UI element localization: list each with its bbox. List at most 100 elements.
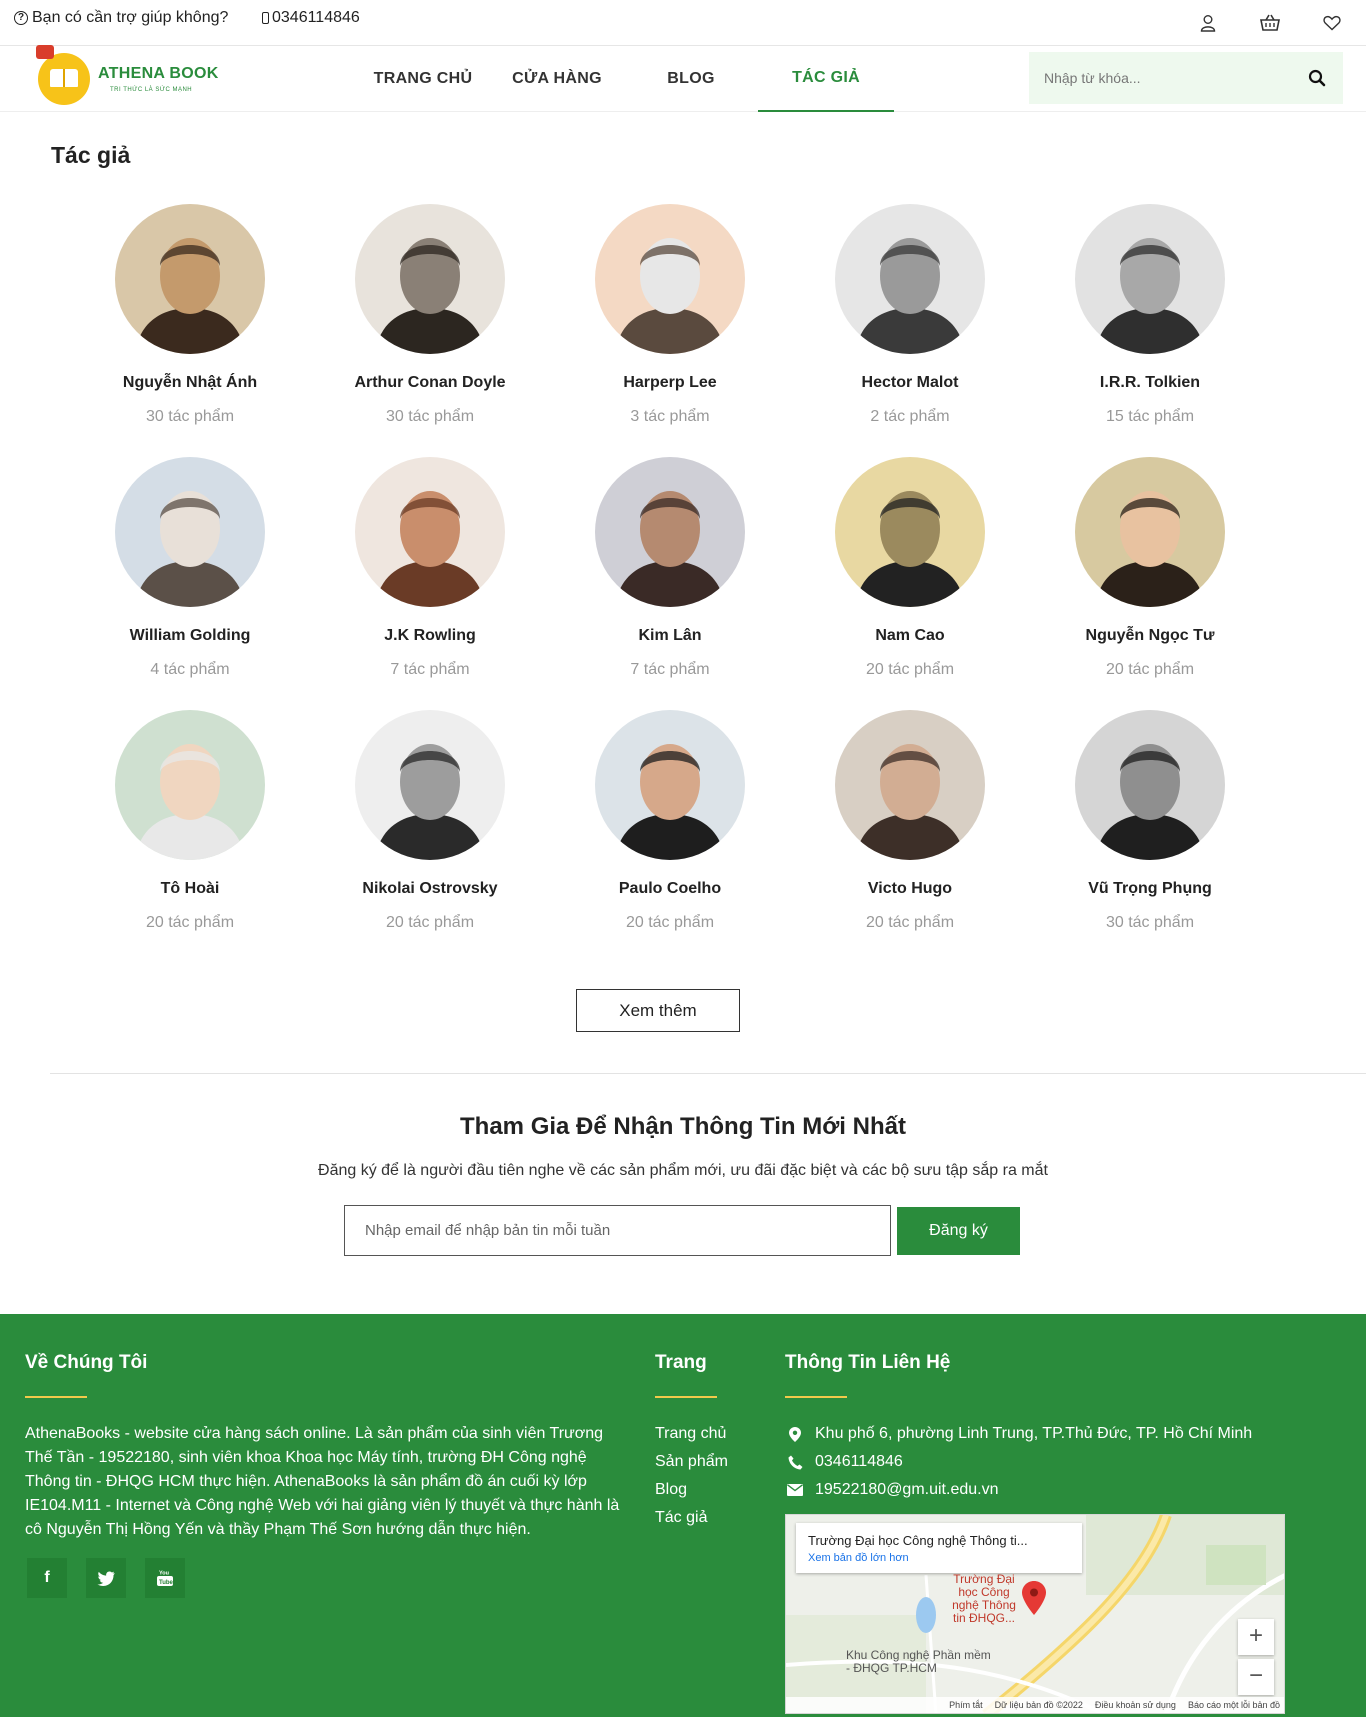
nav-menu: TRANG CHỦ CỬA HÀNG BLOG TÁC GIẢ	[356, 46, 894, 112]
author-card[interactable]: J.K Rowling 7 tác phẩm	[310, 457, 550, 710]
footer-link-products[interactable]: Sản phẩm	[655, 1448, 728, 1476]
author-card[interactable]: Vũ Trọng Phụng 30 tác phẩm	[1030, 710, 1270, 963]
author-name[interactable]: Victo Hugo	[868, 880, 952, 900]
author-avatar[interactable]	[115, 204, 265, 354]
author-name[interactable]: Hector Malot	[862, 374, 959, 394]
author-name[interactable]: Nikolai Ostrovsky	[362, 880, 497, 900]
nav-item-home[interactable]: TRANG CHỦ	[356, 46, 490, 112]
author-name[interactable]: Nguyễn Ngọc Tư	[1086, 627, 1215, 647]
author-avatar[interactable]	[835, 457, 985, 607]
author-name[interactable]: Nam Cao	[875, 627, 944, 647]
nav-item-shop[interactable]: CỬA HÀNG	[490, 46, 624, 112]
author-card[interactable]: Victo Hugo 20 tác phẩm	[790, 710, 1030, 963]
footer-link-home[interactable]: Trang chủ	[655, 1420, 728, 1448]
author-card[interactable]: Nam Cao 20 tác phẩm	[790, 457, 1030, 710]
author-card[interactable]: Hector Malot 2 tác phẩm	[790, 204, 1030, 457]
help-text[interactable]: ? Bạn có cần trợ giúp không?	[14, 9, 228, 27]
map-link-shortcuts[interactable]: Phím tắt	[949, 1700, 983, 1710]
author-avatar[interactable]	[835, 204, 985, 354]
brand-logo[interactable]: ATHENA BOOK TRI THỨC LÀ SỨC MẠNH	[36, 45, 248, 108]
view-more-button[interactable]: Xem thêm	[576, 989, 740, 1032]
author-avatar[interactable]	[1075, 204, 1225, 354]
map-poi-label: Khu Công nghệ Phần mềm - ĐHQG TP.HCM	[846, 1648, 991, 1675]
map-info-card: Trường Đại học Công nghệ Thông ti... Xem…	[796, 1523, 1082, 1573]
author-card[interactable]: William Golding 4 tác phẩm	[70, 457, 310, 710]
author-avatar[interactable]	[115, 710, 265, 860]
author-avatar[interactable]	[355, 457, 505, 607]
youtube-icon[interactable]: Tube You	[145, 1558, 185, 1598]
contact-email-text[interactable]: 19522180@gm.uit.edu.vn	[815, 1476, 998, 1504]
author-work-count: 30 tác phẩm	[145, 408, 235, 425]
author-card[interactable]: Harperp Lee 3 tác phẩm	[550, 204, 790, 457]
map-link-report[interactable]: Báo cáo một lỗi bản đồ	[1188, 1700, 1280, 1710]
cart-icon[interactable]	[1258, 12, 1282, 34]
help-label: Bạn có cần trợ giúp không?	[32, 9, 229, 26]
facebook-icon[interactable]: f	[27, 1558, 67, 1598]
nav-item-blog[interactable]: BLOG	[624, 46, 758, 112]
author-name[interactable]: I.R.R. Tolkien	[1100, 374, 1200, 394]
author-avatar[interactable]	[355, 710, 505, 860]
author-avatar[interactable]	[115, 457, 265, 607]
twitter-icon[interactable]	[86, 1558, 126, 1598]
author-avatar[interactable]	[1075, 457, 1225, 607]
author-work-count: 15 tác phẩm	[1105, 408, 1195, 425]
map-zoom-in-button[interactable]: +	[1238, 1619, 1274, 1655]
author-card[interactable]: Paulo Coelho 20 tác phẩm	[550, 710, 790, 963]
map-zoom-out-button[interactable]: −	[1238, 1659, 1274, 1695]
footer-link-authors[interactable]: Tác giả	[655, 1504, 728, 1532]
logo-book-icon	[36, 45, 90, 105]
author-card[interactable]: Nguyễn Nhật Ánh 30 tác phẩm	[70, 204, 310, 457]
search-input[interactable]	[1029, 70, 1279, 86]
heart-icon[interactable]	[1320, 12, 1344, 34]
author-avatar[interactable]	[835, 710, 985, 860]
author-name[interactable]: Harperp Lee	[623, 374, 716, 394]
contact-phone: 0346114846	[785, 1448, 1252, 1476]
author-card[interactable]: Kim Lân 7 tác phẩm	[550, 457, 790, 710]
author-avatar[interactable]	[1075, 710, 1225, 860]
main-nav: ATHENA BOOK TRI THỨC LÀ SỨC MẠNH TRANG C…	[0, 45, 1366, 112]
contact-phone-text[interactable]: 0346114846	[815, 1448, 903, 1476]
author-card[interactable]: Nguyễn Ngọc Tư 20 tác phẩm	[1030, 457, 1270, 710]
author-avatar[interactable]	[595, 457, 745, 607]
author-name[interactable]: Nguyễn Nhật Ánh	[123, 374, 257, 394]
author-name[interactable]: Kim Lân	[638, 627, 701, 647]
author-name[interactable]: Tô Hoài	[161, 880, 220, 900]
newsletter-email-input[interactable]	[344, 1205, 891, 1256]
footer-about-title: Về Chúng Tôi	[25, 1352, 148, 1373]
map-place-title: Trường Đại học Công nghệ Thông ti...	[808, 1533, 1028, 1548]
brand-tagline: TRI THỨC LÀ SỨC MẠNH	[110, 87, 193, 93]
top-phone[interactable]: 0346114846	[262, 9, 360, 27]
footer-pages-underline	[655, 1396, 717, 1398]
author-card[interactable]: Nikolai Ostrovsky 20 tác phẩm	[310, 710, 550, 963]
author-avatar[interactable]	[355, 204, 505, 354]
newsletter-subscribe-button[interactable]: Đăng ký	[897, 1207, 1020, 1255]
nav-item-authors[interactable]: TÁC GIẢ	[758, 46, 894, 112]
author-name[interactable]: Paulo Coelho	[619, 880, 721, 900]
map-link-terms[interactable]: Điều khoản sử dụng	[1095, 1700, 1176, 1710]
author-name[interactable]: William Golding	[130, 627, 251, 647]
author-work-count: 3 tác phẩm	[630, 408, 710, 425]
author-name[interactable]: Arthur Conan Doyle	[354, 374, 505, 394]
author-card[interactable]: Arthur Conan Doyle 30 tác phẩm	[310, 204, 550, 457]
author-avatar[interactable]	[595, 204, 745, 354]
newsletter-description: Đăng ký để là người đầu tiên nghe về các…	[318, 1162, 1048, 1179]
contact-email: 19522180@gm.uit.edu.vn	[785, 1476, 1252, 1504]
map-data-credit: Dữ liệu bản đồ ©2022	[994, 1700, 1083, 1710]
map-view-larger-link[interactable]: Xem bản đồ lớn hơn	[808, 1552, 1070, 1564]
author-work-count: 30 tác phẩm	[385, 408, 475, 425]
location-map[interactable]: Trường Đại học Công nghệ Thông ti... Xem…	[785, 1514, 1285, 1714]
footer-pages-title: Trang	[655, 1352, 707, 1373]
author-card[interactable]: I.R.R. Tolkien 15 tác phẩm	[1030, 204, 1270, 457]
author-avatar[interactable]	[595, 710, 745, 860]
footer-pages-list: Trang chủ Sản phẩm Blog Tác giả	[655, 1420, 728, 1532]
top-phone-number: 0346114846	[272, 9, 360, 26]
user-icon[interactable]	[1196, 12, 1220, 34]
author-name[interactable]: Vũ Trọng Phụng	[1088, 880, 1212, 900]
phone-icon	[262, 12, 269, 24]
footer-contact-underline	[785, 1396, 847, 1398]
author-name[interactable]: J.K Rowling	[384, 627, 476, 647]
footer-link-blog[interactable]: Blog	[655, 1476, 728, 1504]
author-card[interactable]: Tô Hoài 20 tác phẩm	[70, 710, 310, 963]
search-icon[interactable]	[1307, 68, 1327, 88]
map-marker-icon[interactable]	[1022, 1581, 1046, 1620]
